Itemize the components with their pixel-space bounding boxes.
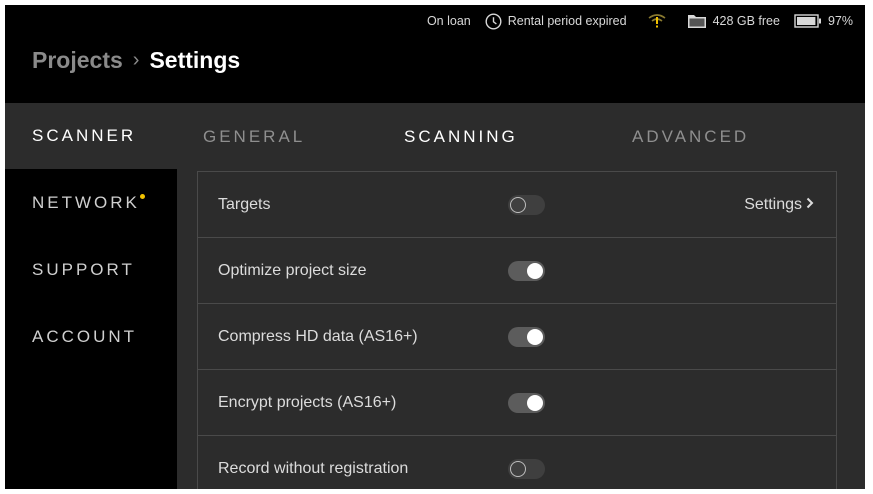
tab-scanning[interactable]: SCANNING: [404, 103, 518, 171]
folder-icon: [687, 13, 707, 29]
breadcrumb-projects[interactable]: Projects: [32, 47, 123, 74]
link-label: Settings: [744, 195, 802, 213]
toggle-knob: [527, 395, 543, 411]
battery-icon: [794, 14, 822, 28]
storage-text: 428 GB free: [712, 14, 780, 28]
rental-status: Rental period expired: [485, 12, 627, 30]
wifi-warning-icon: [647, 13, 667, 29]
battery-status: 97%: [794, 14, 853, 28]
setting-row-targets: Targets Settings: [198, 172, 836, 238]
rental-status-text: Rental period expired: [507, 14, 627, 28]
sidebar: SCANNER NETWORK SUPPORT ACCOUNT: [5, 103, 177, 489]
sidebar-item-network[interactable]: NETWORK: [5, 170, 177, 236]
sidebar-item-label: SCANNER: [32, 126, 137, 145]
setting-row-optimize: Optimize project size: [198, 238, 836, 304]
settings-content: GENERAL SCANNING ADVANCED Targets Settin…: [177, 103, 865, 489]
page-title: Settings: [149, 46, 241, 73]
storage-status: 428 GB free: [687, 13, 780, 29]
sidebar-item-label: ACCOUNT: [32, 327, 138, 346]
settings-list: Targets Settings Optimize project size C…: [197, 171, 837, 489]
setting-label: Optimize project size: [218, 261, 367, 279]
encrypt-toggle[interactable]: [508, 393, 545, 413]
compress-toggle[interactable]: [508, 327, 545, 347]
notification-dot: [139, 194, 145, 199]
battery-text: 97%: [827, 14, 853, 28]
setting-row-encrypt: Encrypt projects (AS16+): [198, 370, 836, 436]
tab-general[interactable]: GENERAL: [203, 103, 305, 171]
targets-toggle[interactable]: [508, 195, 545, 215]
setting-label: Compress HD data (AS16+): [218, 327, 418, 345]
targets-settings-link[interactable]: Settings: [744, 196, 814, 214]
optimize-toggle[interactable]: [508, 261, 545, 281]
setting-row-record: Record without registration: [198, 436, 836, 489]
breadcrumb: Projects › Settings: [32, 45, 240, 75]
chevron-right-icon: [806, 196, 814, 214]
tab-bar: GENERAL SCANNING ADVANCED: [177, 103, 865, 171]
toggle-knob: [527, 329, 543, 345]
sidebar-item-support[interactable]: SUPPORT: [5, 237, 177, 303]
toggle-knob: [510, 461, 526, 477]
record-toggle[interactable]: [508, 459, 545, 479]
sidebar-item-label: NETWORK: [32, 193, 140, 212]
toggle-knob: [527, 263, 543, 279]
settings-screen: On loan Rental period expired 428 GB fre…: [5, 5, 865, 489]
setting-row-compress: Compress HD data (AS16+): [198, 304, 836, 370]
sidebar-item-scanner[interactable]: SCANNER: [5, 103, 177, 169]
tab-advanced[interactable]: ADVANCED: [632, 103, 749, 171]
status-bar: On loan Rental period expired 428 GB fre…: [427, 11, 853, 31]
sidebar-item-account[interactable]: ACCOUNT: [5, 304, 177, 370]
setting-label: Targets: [218, 195, 271, 213]
toggle-knob: [510, 197, 526, 213]
clock-icon: [485, 12, 502, 30]
setting-label: Record without registration: [218, 459, 409, 477]
sidebar-item-label: SUPPORT: [32, 260, 135, 279]
setting-label: Encrypt projects (AS16+): [218, 393, 397, 411]
breadcrumb-separator: ›: [132, 48, 140, 71]
loan-status: On loan: [426, 14, 471, 28]
